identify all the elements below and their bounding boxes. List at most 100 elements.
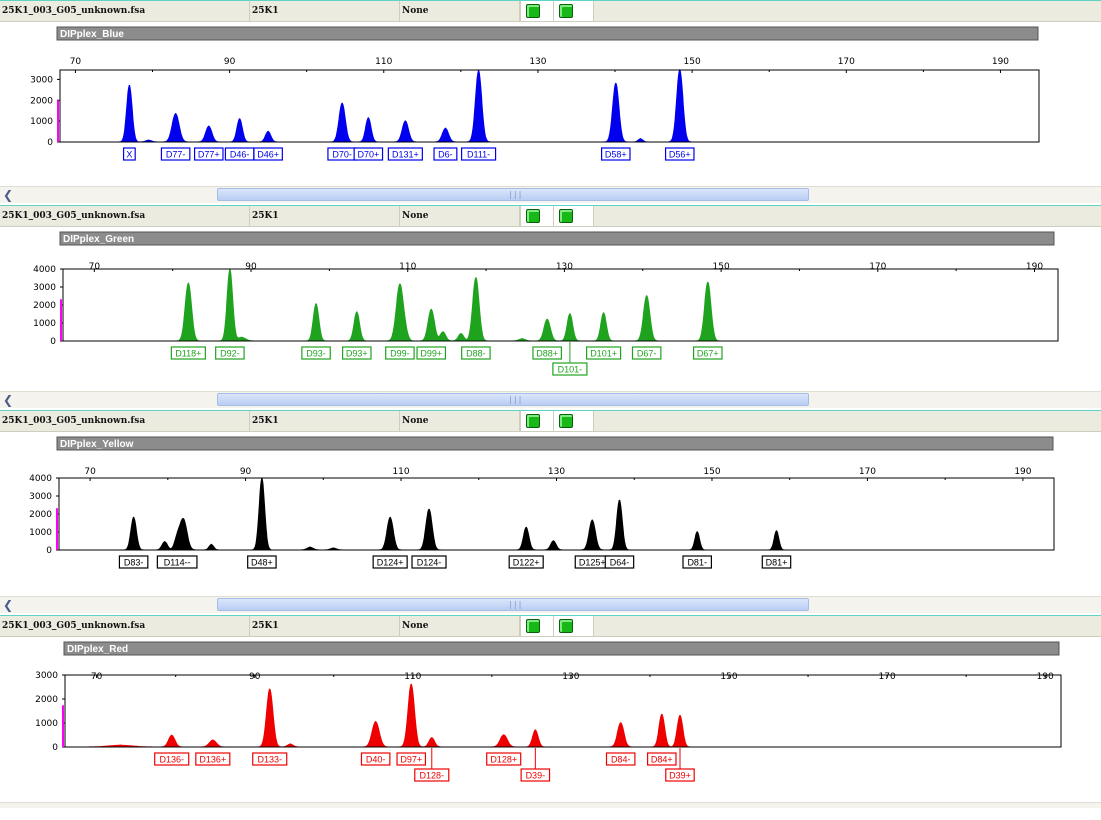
status-cell-2[interactable]: [554, 1, 594, 21]
allele-label[interactable]: D77+: [198, 150, 220, 160]
green-status-icon[interactable]: [526, 209, 540, 223]
allele-label[interactable]: D70+: [357, 150, 379, 160]
status-cell-1[interactable]: [520, 411, 554, 431]
allele-label[interactable]: D128-: [420, 771, 445, 781]
status-cell-2[interactable]: [554, 616, 594, 636]
allele-label[interactable]: D93+: [346, 349, 368, 359]
scroll-thumb[interactable]: |||: [217, 598, 809, 611]
peak-point: [645, 295, 648, 297]
green-status-icon[interactable]: [559, 209, 573, 223]
electropherogram-chart: DIPplex_Yellow 70 90 110 130 150 170 190 0 1000 20…: [29, 436, 1055, 569]
allele-label[interactable]: D124-: [417, 558, 442, 568]
panel-field-cell[interactable]: None: [400, 206, 520, 226]
allele-label[interactable]: D64-: [610, 558, 630, 568]
left-arrow-icon[interactable]: ❮: [0, 597, 16, 613]
sample-header-row: 25K1_003_G05_unknown.fsa 25K1 None: [0, 615, 1101, 637]
left-arrow-icon[interactable]: ❮: [0, 392, 16, 408]
allele-label[interactable]: D101-: [558, 365, 583, 375]
allele-label[interactable]: D84-: [611, 755, 631, 765]
allele-label[interactable]: D92-: [220, 349, 240, 359]
allele-label[interactable]: D83-: [124, 558, 144, 568]
allele-label[interactable]: D39+: [669, 771, 691, 781]
allele-label[interactable]: D88+: [536, 349, 558, 359]
scroll-thumb[interactable]: |||: [217, 393, 809, 406]
file-name-cell[interactable]: 25K1_003_G05_unknown.fsa: [0, 411, 250, 431]
green-status-icon[interactable]: [526, 619, 540, 633]
allele-label[interactable]: D48+: [251, 558, 273, 568]
x-tick-label: 170: [838, 57, 855, 67]
allele-label[interactable]: D84+: [651, 755, 673, 765]
allele-label[interactable]: D97+: [400, 755, 422, 765]
file-name-cell[interactable]: 25K1_003_G05_unknown.fsa: [0, 1, 250, 21]
sample-name-cell[interactable]: 25K1: [250, 411, 400, 431]
horizontal-scrollbar[interactable]: ❮ |||: [0, 596, 1101, 613]
sample-name-cell[interactable]: 25K1: [250, 206, 400, 226]
peak-point: [602, 312, 605, 314]
sample-name-cell[interactable]: 25K1: [250, 1, 400, 21]
x-tick-label: 150: [684, 57, 701, 67]
panel-field-cell[interactable]: None: [400, 616, 520, 636]
allele-label[interactable]: D99+: [420, 349, 442, 359]
horizontal-scrollbar[interactable]: [0, 802, 1101, 808]
allele-label[interactable]: D40-: [366, 755, 386, 765]
green-status-icon[interactable]: [559, 4, 573, 18]
status-cell-2[interactable]: [554, 206, 594, 226]
horizontal-scrollbar[interactable]: ❮ |||: [0, 391, 1101, 408]
allele-label[interactable]: D118+: [175, 349, 201, 359]
green-status-icon[interactable]: [559, 619, 573, 633]
allele-label[interactable]: D111-: [467, 150, 490, 160]
y-tick-label: 3000: [35, 671, 58, 681]
allele-label[interactable]: D124+: [377, 558, 404, 568]
allele-label[interactable]: D114--: [164, 558, 191, 568]
allele-label[interactable]: D99-: [390, 349, 410, 359]
y-tick-label: 3000: [30, 75, 53, 85]
sample-name-cell[interactable]: 25K1: [250, 616, 400, 636]
allele-label[interactable]: D128+: [490, 755, 517, 765]
x-tick-label: 190: [992, 57, 1009, 67]
allele-label[interactable]: D81+: [766, 558, 788, 568]
allele-label[interactable]: D125+: [579, 558, 606, 568]
status-cell-1[interactable]: [520, 616, 554, 636]
allele-label[interactable]: D39-: [526, 771, 546, 781]
allele-label[interactable]: D101+: [590, 349, 617, 359]
status-cell-1[interactable]: [520, 206, 554, 226]
allele-label[interactable]: D46+: [257, 150, 279, 160]
scroll-thumb[interactable]: |||: [217, 188, 809, 201]
allele-label[interactable]: D6-: [438, 150, 453, 160]
status-cell-1[interactable]: [520, 1, 554, 21]
allele-label[interactable]: D67+: [697, 349, 719, 359]
allele-label[interactable]: D70-: [332, 150, 352, 160]
peak-point: [240, 336, 243, 339]
allele-label[interactable]: D67-: [637, 349, 657, 359]
allele-label[interactable]: D77-: [166, 150, 186, 160]
file-name-cell[interactable]: 25K1_003_G05_unknown.fsa: [0, 206, 250, 226]
panel-field-cell[interactable]: None: [400, 1, 520, 21]
allele-label[interactable]: D131+: [392, 150, 419, 160]
left-arrow-icon[interactable]: ❮: [0, 187, 16, 203]
panel-field-cell[interactable]: None: [400, 411, 520, 431]
allele-label[interactable]: D58+: [605, 150, 627, 160]
allele-label[interactable]: D133-: [257, 755, 282, 765]
green-status-icon[interactable]: [526, 4, 540, 18]
peak-point: [128, 84, 131, 87]
allele-label[interactable]: D136-: [159, 755, 184, 765]
status-cell-2[interactable]: [554, 411, 594, 431]
allele-label[interactable]: D56+: [669, 150, 691, 160]
y-tick-label: 1000: [35, 719, 58, 729]
horizontal-scrollbar[interactable]: ❮ |||: [0, 186, 1101, 203]
allele-label[interactable]: D88-: [466, 349, 486, 359]
allele-label[interactable]: D136+: [199, 755, 226, 765]
x-tick-label: 90: [224, 57, 236, 67]
allele-label[interactable]: D93-: [306, 349, 326, 359]
allele-label[interactable]: X: [126, 150, 132, 160]
green-status-icon[interactable]: [526, 414, 540, 428]
peak-point: [289, 743, 292, 745]
green-status-icon[interactable]: [559, 414, 573, 428]
allele-label[interactable]: D81-: [687, 558, 707, 568]
x-tick-label: 90: [240, 467, 252, 477]
allele-label[interactable]: D122+: [513, 558, 540, 568]
allele-label[interactable]: D46-: [230, 150, 250, 160]
peak-point: [399, 283, 401, 286]
peak-point: [132, 516, 135, 519]
file-name-cell[interactable]: 25K1_003_G05_unknown.fsa: [0, 616, 250, 636]
